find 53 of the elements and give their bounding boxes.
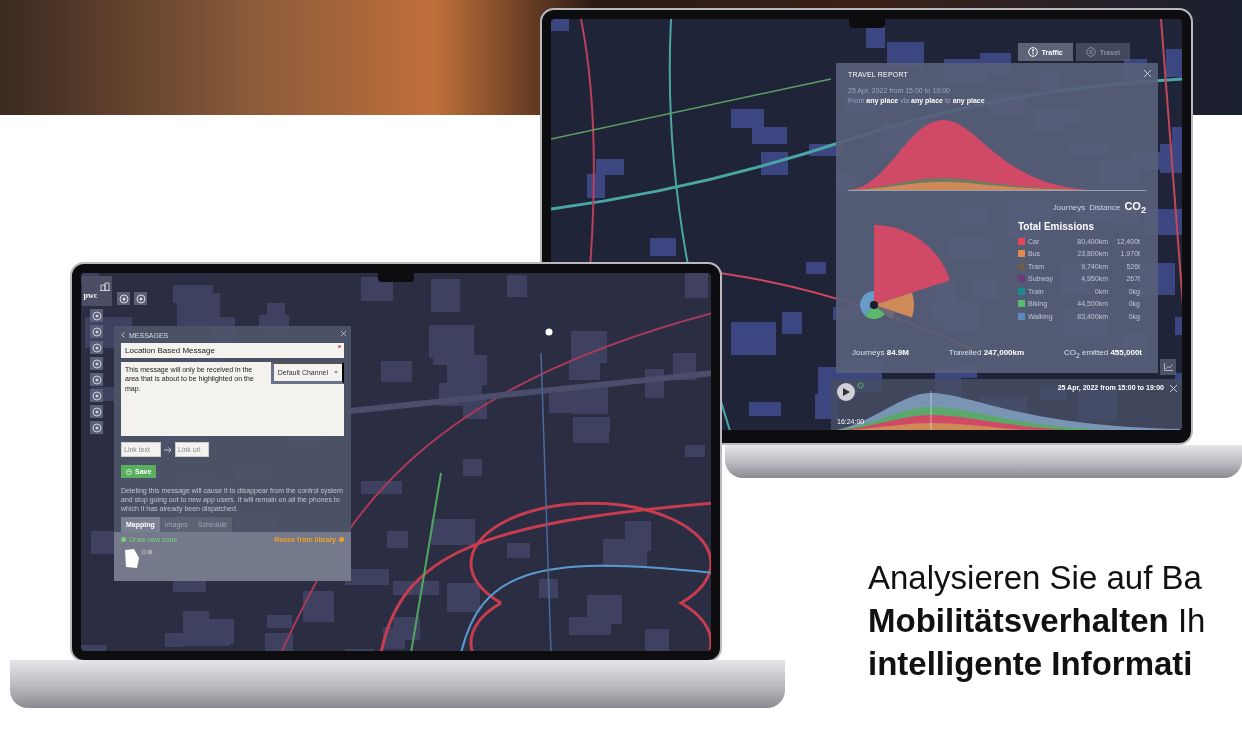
toolbar-button[interactable] <box>134 292 147 305</box>
title-field[interactable]: Location Based Message <box>121 343 344 358</box>
building-icon <box>99 282 110 291</box>
sidebar-button[interactable] <box>90 373 103 386</box>
list-icon <box>1085 47 1096 57</box>
logo-text: pwc <box>83 291 98 300</box>
plus-circle-icon <box>121 537 126 543</box>
play-icon <box>842 388 850 396</box>
circle-icon <box>91 390 102 401</box>
circle-icon <box>91 310 102 321</box>
circle-icon <box>91 342 102 353</box>
save-icon <box>126 468 132 475</box>
rose-hub <box>870 301 878 310</box>
sidebar-button[interactable] <box>90 421 103 434</box>
sidebar-button[interactable] <box>90 341 103 354</box>
person-icon <box>1027 47 1038 57</box>
play-button[interactable] <box>837 383 855 401</box>
close-icon[interactable] <box>1143 69 1152 78</box>
sidebar-button[interactable] <box>90 325 103 338</box>
chart-button[interactable] <box>1160 359 1176 375</box>
circle-icon <box>118 293 129 304</box>
summary-stat: Travelled 247,000km <box>948 348 1025 359</box>
sidebar-button[interactable] <box>90 405 103 418</box>
circle-icon <box>91 358 102 369</box>
close-icon[interactable] <box>1169 384 1178 393</box>
close-icon[interactable] <box>340 330 347 337</box>
summary-stat: CO$_{2}$ emitted 455,000t <box>1064 348 1142 359</box>
circle-icon <box>91 326 102 337</box>
camera-notch <box>378 273 414 282</box>
camera-notch <box>848 19 885 28</box>
gear-icon[interactable] <box>857 382 864 389</box>
time-cursor <box>930 391 932 430</box>
caret-icon <box>334 371 338 374</box>
arrow-icon <box>164 446 172 453</box>
circle-icon <box>91 422 102 433</box>
metric-toggle[interactable]: Distance <box>1089 203 1121 212</box>
metric-toggle[interactable]: Journeys <box>1052 203 1086 212</box>
required-dot <box>338 345 341 348</box>
circle-icon <box>91 406 102 417</box>
line-chart-icon <box>1163 363 1173 371</box>
back-icon[interactable] <box>121 332 125 338</box>
sidebar-button[interactable] <box>90 389 103 402</box>
metric-toggle[interactable]: CO$_{2}$ <box>1124 200 1146 216</box>
summary-stat: Journeys 84.9M <box>852 348 909 359</box>
headline-text: Analysieren Sie auf Ba Mobilitätsverhalten Ih intelligente Informati <box>868 558 1206 684</box>
sidebar-button[interactable] <box>90 357 103 370</box>
sidebar-button[interactable] <box>90 309 103 322</box>
toolbar-button[interactable] <box>117 292 130 305</box>
location-pin-icon <box>545 328 553 336</box>
circle-icon <box>135 293 146 304</box>
circle-icon <box>91 374 102 385</box>
legend-title: Total Emissions <box>1018 221 1095 233</box>
plus-circle-icon <box>339 537 344 543</box>
